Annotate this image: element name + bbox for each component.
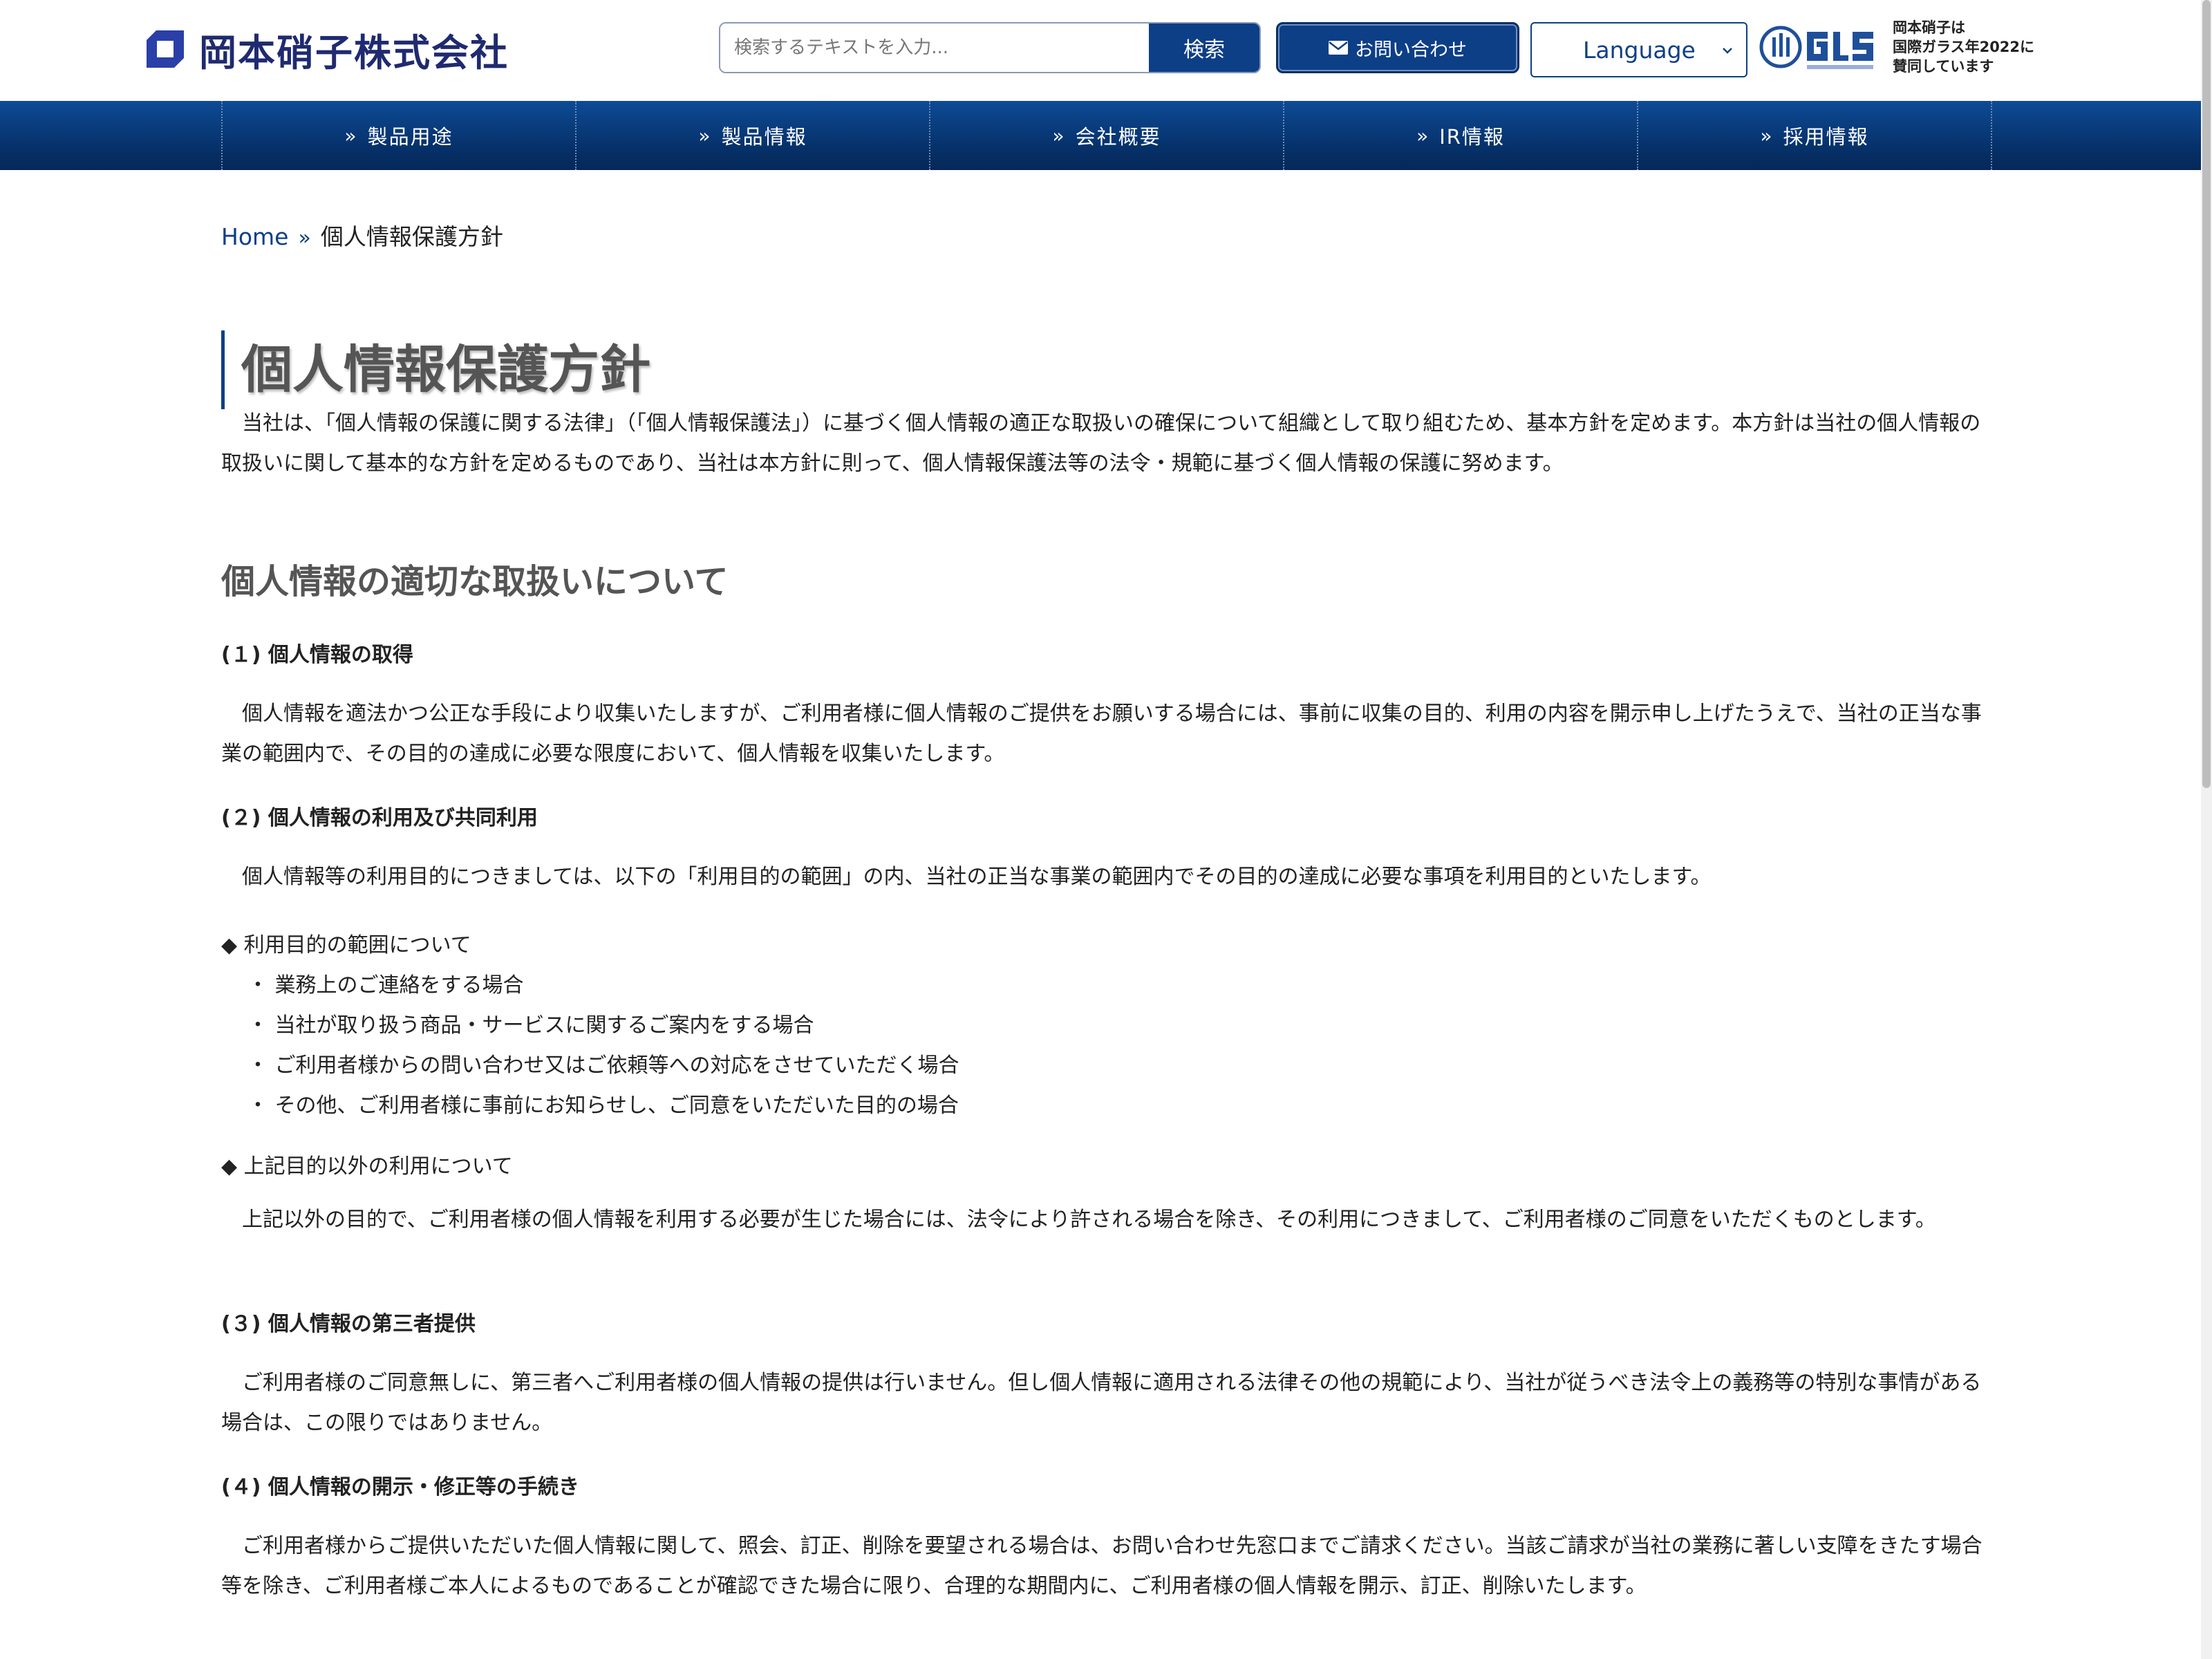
glass-year-logo-icon[interactable] — [1759, 19, 1880, 77]
section-title: 個人情報の適切な取扱いについて — [221, 562, 729, 601]
double-chevron-right-icon: » — [1760, 124, 1774, 147]
contact-button-label: お問い合わせ — [1355, 39, 1467, 61]
subsection-text-4: ご利用者様からご提供いただいた個人情報に関して、照会、訂正、削除を要望される場合… — [221, 1534, 1983, 1598]
glass-year-endorsement: 岡本硝子は 国際ガラス年2022に 賛同しています — [1893, 19, 2035, 75]
list-item: ・ その他、ご利用者様に事前にお知らせし、ご同意をいただいた目的の場合 — [247, 1094, 959, 1118]
breadcrumb-home-link[interactable]: Home — [221, 223, 288, 250]
double-chevron-right-icon: » — [1052, 124, 1066, 147]
breadcrumb: Home » 個人情報保護方針 — [221, 218, 503, 252]
nav-item-recruit[interactable]: » 採用情報 — [1638, 101, 1992, 170]
subsection-title-4: (４) 個人情報の開示・修正等の手続き — [221, 1475, 579, 1499]
double-chevron-right-icon: » — [698, 124, 712, 147]
nav-item-applications[interactable]: » 製品用途 — [223, 101, 577, 170]
double-chevron-right-icon: » — [1416, 124, 1430, 147]
search-input[interactable] — [720, 24, 1149, 72]
mail-icon — [1329, 41, 1348, 55]
page-scrollbar[interactable] — [2201, 0, 2212, 1659]
language-select-label: Language — [1583, 36, 1696, 64]
chevron-down-icon — [1723, 48, 1732, 54]
page-title: 個人情報保護方針 — [221, 330, 650, 409]
nav-item-products[interactable]: » 製品情報 — [577, 101, 930, 170]
global-nav: » 製品用途 » 製品情報 » 会社概要 » IR情報 » 採用情報 — [0, 101, 2212, 170]
logo-mark-icon — [147, 30, 184, 68]
purpose-heading: ◆ 利用目的の範囲について — [221, 933, 471, 957]
nav-item-ir[interactable]: » IR情報 — [1284, 101, 1638, 170]
subsection-title-3: (３) 個人情報の第三者提供 — [221, 1312, 476, 1336]
company-name: 岡本硝子株式会社 — [199, 30, 509, 75]
contact-button[interactable]: お問い合わせ — [1276, 22, 1519, 73]
subsection-text-2: 個人情報等の利用目的につきましては、以下の「利用目的の範囲」の内、当社の正当な事… — [221, 865, 1712, 889]
breadcrumb-current: 個人情報保護方針 — [320, 223, 503, 250]
subsection-title-2: (２) 個人情報の利用及び共同利用 — [221, 806, 538, 830]
list-item: ・ 当社が取り扱う商品・サービスに関するご案内をする場合 — [247, 1013, 814, 1038]
double-chevron-right-icon: » — [298, 226, 311, 250]
other-use-heading: ◆ 上記目的以外の利用について — [221, 1154, 513, 1179]
subsection-text-3: ご利用者様のご同意無しに、第三者へご利用者様の個人情報の提供は行いません。但し個… — [221, 1371, 1982, 1435]
double-chevron-right-icon: » — [344, 124, 358, 147]
search-button[interactable]: 検索 — [1149, 24, 1259, 72]
company-logo[interactable]: 岡本硝子株式会社 — [145, 26, 509, 75]
nav-items: » 製品用途 » 製品情報 » 会社概要 » IR情報 » 採用情報 — [221, 101, 1992, 170]
subsection-title-1: (１) 個人情報の取得 — [221, 643, 413, 667]
scrollbar-thumb[interactable] — [2202, 0, 2211, 788]
other-use-text: 上記以外の目的で、ご利用者様の個人情報を利用する必要が生じた場合には、法令により… — [221, 1208, 1936, 1232]
site-header: 岡本硝子株式会社 検索 お問い合わせ Language 岡本硝子は 国際ガラス年… — [0, 0, 2212, 101]
language-select[interactable]: Language — [1530, 22, 1747, 77]
list-item: ・ ご利用者様からの問い合わせ又はご依頼等への対応をさせていただく場合 — [247, 1053, 959, 1078]
subsection-text-1: 個人情報を適法かつ公正な手段により収集いたしますが、ご利用者様に個人情報のご提供… — [221, 702, 1982, 766]
nav-item-company[interactable]: » 会社概要 — [930, 101, 1284, 170]
list-item: ・ 業務上のご連絡をする場合 — [247, 973, 524, 997]
intro-paragraph: 当社は、「個人情報の保護に関する法律」（「個人情報保護法」）に基づく個人情報の適… — [221, 411, 1981, 476]
site-search: 検索 — [719, 22, 1261, 73]
